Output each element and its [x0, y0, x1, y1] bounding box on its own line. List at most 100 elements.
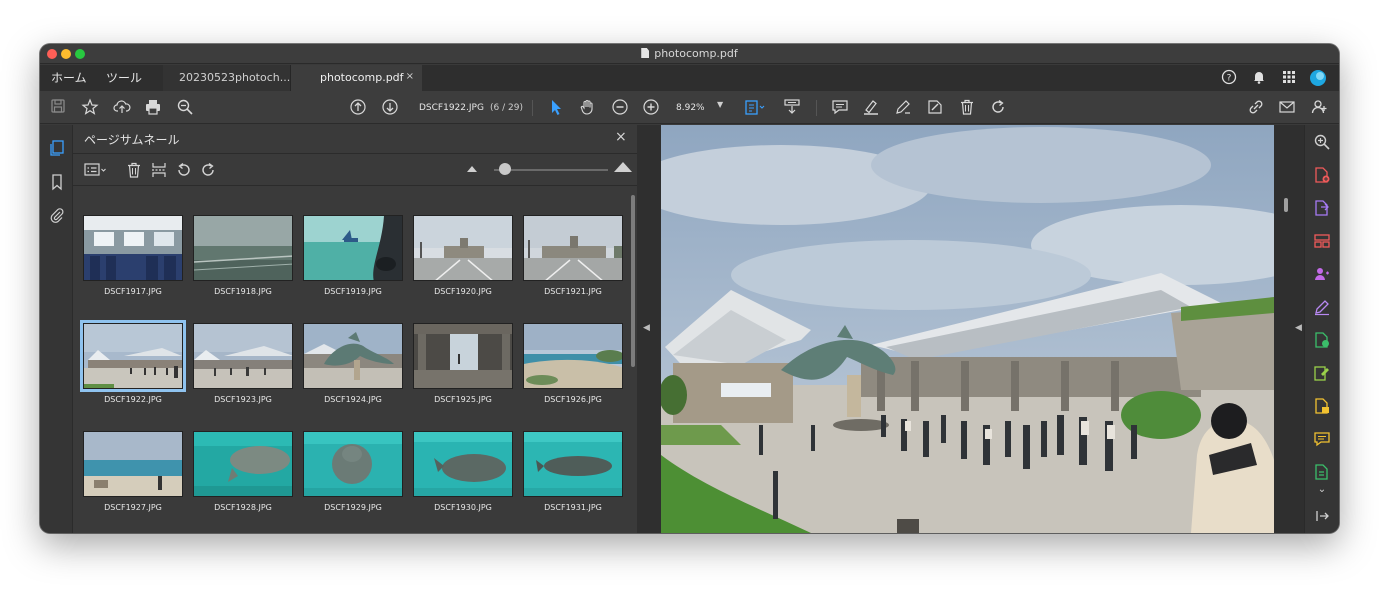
tab-home[interactable]: ホーム [51, 69, 87, 86]
share-user-icon[interactable] [1309, 98, 1329, 118]
thumbnail-page-3[interactable]: DSCF1919.JPG [303, 215, 403, 311]
fill-sign-tool-icon[interactable] [1313, 298, 1331, 316]
scroll-mode-icon[interactable] [782, 98, 802, 118]
panel-title: ページサムネール [84, 133, 180, 147]
delete-icon[interactable] [957, 98, 977, 118]
left-navigation-rail [40, 125, 73, 533]
thumbnail-page-2[interactable]: DSCF1918.JPG [193, 215, 293, 311]
close-tab-button[interactable]: × [406, 71, 414, 82]
edit-pdf-icon[interactable] [1313, 364, 1331, 382]
highlight-icon[interactable] [861, 98, 881, 118]
apps-grid-icon[interactable] [1280, 69, 1298, 87]
bookmark-icon[interactable] [48, 173, 66, 191]
document-tab-2[interactable]: photocomp.pdf × [291, 65, 422, 91]
collapse-right-panel-icon[interactable]: ◀ [1295, 323, 1302, 333]
toolbar-separator [532, 100, 533, 116]
zoom-out-button[interactable] [610, 98, 630, 118]
zoom-icon[interactable] [1313, 133, 1331, 151]
thumbnail-page-12[interactable]: DSCF1928.JPG [193, 431, 293, 527]
page-count: (6 / 29) [490, 103, 523, 113]
compress-pdf-icon[interactable] [1313, 331, 1331, 349]
print-icon[interactable] [143, 98, 163, 118]
document-viewer[interactable] [661, 125, 1274, 533]
panel-splitter[interactable]: ◀ [637, 125, 661, 533]
export-pdf-icon[interactable] [1313, 199, 1331, 217]
thumbnail-page-6-selected[interactable]: DSCF1922.JPG [83, 323, 183, 419]
thumbnail-page-7[interactable]: DSCF1923.JPG [193, 323, 293, 419]
thumbnail-image [413, 215, 513, 281]
help-icon[interactable]: ? [1220, 69, 1238, 87]
document-tab-1[interactable]: 20230523photoch... [163, 65, 291, 91]
thumbnail-page-14[interactable]: DSCF1930.JPG [413, 431, 513, 527]
search-icon[interactable] [175, 98, 195, 118]
viewer-scrollbar-thumb[interactable] [1284, 198, 1288, 212]
thumbnail-image [193, 215, 293, 281]
thumbnail-image [303, 215, 403, 281]
thumbnail-label: DSCF1917.JPG [104, 287, 162, 296]
account-avatar-icon[interactable] [1309, 69, 1327, 87]
thumbnail-size-slider[interactable] [494, 169, 608, 171]
save-icon[interactable] [48, 98, 68, 118]
upload-cloud-icon[interactable] [112, 98, 132, 118]
bell-icon[interactable] [1250, 69, 1268, 87]
fit-page-icon[interactable] [744, 98, 765, 118]
draw-pen-icon[interactable] [893, 98, 913, 118]
fill-sign-icon[interactable] [925, 98, 945, 118]
thumbnail-label: DSCF1927.JPG [104, 503, 162, 512]
organize-pages-icon[interactable] [1313, 232, 1331, 250]
comment-icon[interactable] [830, 98, 850, 118]
window-title-area: photocomp.pdf [40, 47, 1339, 60]
thumbnail-page-15[interactable]: DSCF1931.JPG [523, 431, 623, 527]
zoom-in-button[interactable] [641, 98, 661, 118]
thumbnail-options-icon[interactable] [83, 161, 109, 179]
create-pdf-icon[interactable] [1313, 166, 1331, 184]
share-icon[interactable] [1313, 265, 1331, 283]
mail-icon[interactable] [1277, 98, 1297, 118]
protect-icon[interactable] [1313, 397, 1331, 415]
zoom-dropdown-chevron-icon[interactable]: ▼ [717, 100, 723, 109]
thumbnail-label: DSCF1930.JPG [434, 503, 492, 512]
link-edit-icon[interactable] [1246, 98, 1266, 118]
tab-tools[interactable]: ツール [106, 69, 142, 86]
more-tools-icon[interactable] [1313, 463, 1331, 481]
panel-divider [73, 153, 637, 154]
viewer-scrollbar[interactable]: ◀ [1274, 125, 1304, 533]
thumbnail-size-slider-knob[interactable] [499, 163, 512, 175]
thumbnail-label: DSCF1929.JPG [324, 503, 382, 512]
main-toolbar: DSCF1922.JPG (6 / 29) 8.92% ▼ [40, 91, 1339, 124]
thumbnail-page-11[interactable]: DSCF1927.JPG [83, 431, 183, 527]
rotate-icon[interactable] [988, 98, 1008, 118]
thumbnail-label: DSCF1918.JPG [214, 287, 272, 296]
thumbnail-label: DSCF1931.JPG [544, 503, 602, 512]
thumbnail-page-13[interactable]: DSCF1929.JPG [303, 431, 403, 527]
collapse-panel-icon[interactable] [1313, 507, 1331, 525]
collapse-left-icon[interactable]: ◀ [643, 323, 650, 333]
star-icon[interactable] [80, 98, 100, 118]
thumbnail-image [83, 215, 183, 281]
thumbnail-page-10[interactable]: DSCF1926.JPG [523, 323, 623, 419]
thumbnail-scrollbar[interactable] [631, 195, 635, 367]
thumbnail-page-1[interactable]: DSCF1917.JPG [83, 215, 183, 311]
rotate-left-icon[interactable] [175, 161, 193, 179]
thumbnail-page-5[interactable]: DSCF1921.JPG [523, 215, 623, 311]
previous-page-button[interactable] [348, 98, 368, 118]
thumbnail-page-8[interactable]: DSCF1924.JPG [303, 323, 403, 419]
panel-divider [73, 185, 637, 186]
page-thumbnails-icon[interactable] [48, 139, 66, 157]
insert-page-icon[interactable] [150, 161, 168, 179]
chevron-down-icon[interactable]: ⌄ [1313, 481, 1331, 499]
rotate-right-icon[interactable] [199, 161, 217, 179]
comment-tool-icon[interactable] [1313, 430, 1331, 448]
thumbnails-panel: ページサムネール × DSCF1917.JPG DSCF1918.JPG DSC… [73, 125, 637, 533]
small-thumbnail-icon[interactable] [467, 166, 477, 172]
next-page-button[interactable] [380, 98, 400, 118]
thumbnail-page-9[interactable]: DSCF1925.JPG [413, 323, 513, 419]
page-name-field[interactable]: DSCF1922.JPG [416, 99, 488, 117]
delete-page-icon[interactable] [125, 161, 143, 179]
large-thumbnail-icon[interactable] [614, 162, 632, 172]
thumbnail-page-4[interactable]: DSCF1920.JPG [413, 215, 513, 311]
hand-tool-icon[interactable] [578, 98, 598, 118]
attachment-icon[interactable] [48, 206, 66, 224]
close-panel-button[interactable]: × [615, 129, 627, 145]
select-cursor-icon[interactable] [546, 98, 566, 118]
